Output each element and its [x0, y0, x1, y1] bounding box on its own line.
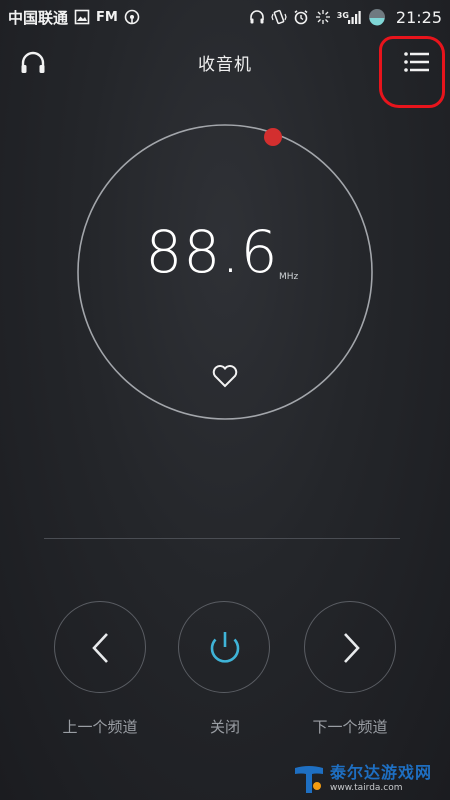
site-watermark: 泰尔达游戏网 www.tairda.com [292, 760, 432, 798]
next-channel-label: 下一个频道 [312, 718, 388, 736]
fm-radio-screen: 中国联通 FM 3G 21:25 收音机 88.6 MHz 上一个频道 关闭 下… [0, 0, 450, 800]
chevron-right-icon [344, 633, 360, 663]
tuner-knob [264, 128, 282, 146]
next-channel-button[interactable] [304, 601, 396, 693]
previous-channel-label: 上一个频道 [62, 718, 138, 736]
heart-icon[interactable] [211, 363, 239, 389]
power-off-label: 关闭 [209, 718, 240, 736]
frequency-unit: MHz [279, 272, 299, 282]
divider [44, 538, 400, 539]
watermark-brand: 泰尔达游戏网 [330, 763, 433, 782]
previous-channel-button[interactable] [54, 601, 146, 693]
watermark-url: www.tairda.com [330, 783, 403, 793]
power-off-button[interactable] [178, 601, 270, 693]
power-icon [210, 632, 240, 663]
frequency-display: 88.6 [145, 218, 279, 286]
watermark-logo-icon [295, 766, 323, 793]
chevron-left-icon [92, 633, 108, 663]
watermark-text: 泰尔达游戏网 www.tairda.com [330, 765, 432, 793]
